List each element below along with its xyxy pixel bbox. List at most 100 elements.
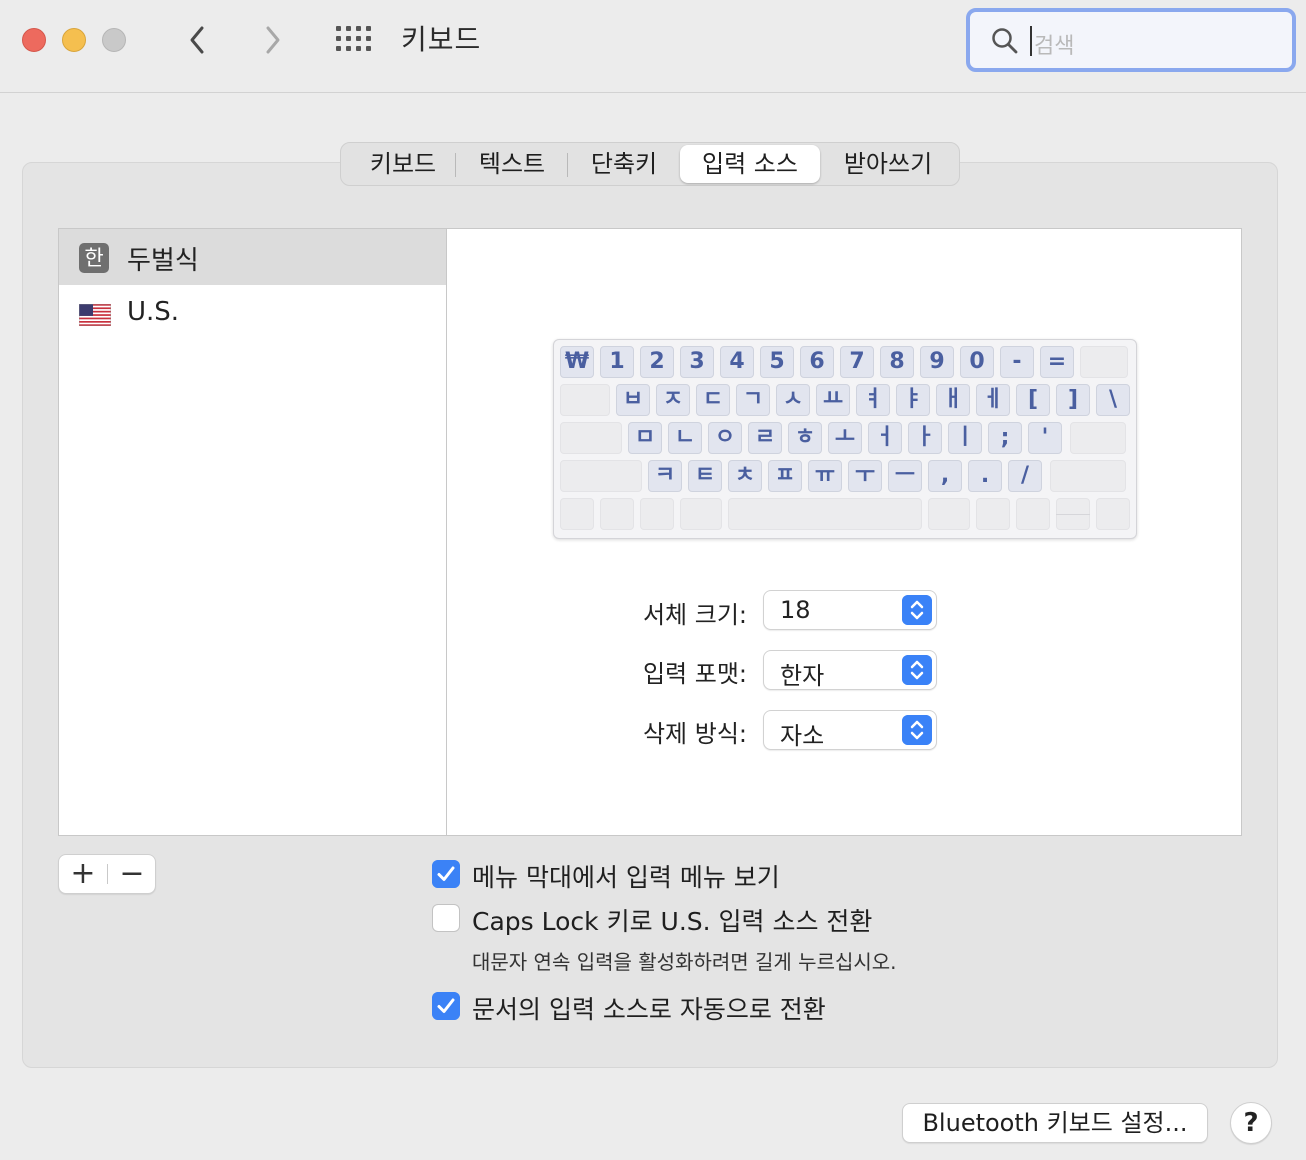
delete-mode-popup[interactable]: 자소 <box>763 710 937 750</box>
keyboard-key: ㄴ <box>668 422 702 454</box>
close-button[interactable] <box>22 28 46 52</box>
keyboard-key: 1 <box>600 346 634 378</box>
caps-lock-hint: 대문자 연속 입력을 활성화하려면 길게 누르십시오. <box>472 950 897 974</box>
keyboard-key: 3 <box>680 346 714 378</box>
input-format-label: 입력 포맷: <box>642 660 747 688</box>
bluetooth-keyboard-setup-button[interactable]: Bluetooth 키보드 설정... <box>902 1103 1208 1143</box>
keyboard-key: , <box>928 460 962 492</box>
keyboard-key: ㅜ <box>848 460 882 492</box>
keyboard-key: ; <box>988 422 1022 454</box>
keyboard-preview: ₩1 2 3 4 5 6 7 8 9 0- = ㅂㅈㄷㄱㅅㅛㅕㅑㅐㅔ[] \ ㅁㄴㅇㄹㅎㅗㅓㅏㅣ; ' ㅋㅌㅊ… <box>553 339 1137 539</box>
font-size-value: 18 <box>780 596 811 624</box>
keyboard-key: 8 <box>880 346 914 378</box>
keyboard-key: ㅓ <box>868 422 902 454</box>
remove-source-button[interactable]: − <box>108 855 156 893</box>
delete-mode-value: 자소 <box>780 722 825 750</box>
us-flag-icon <box>79 304 111 326</box>
input-source-list: 한 두벌식 U.S. <box>58 228 448 836</box>
keyboard-key: [ <box>1016 384 1050 416</box>
updown-chevron-icon <box>902 715 932 745</box>
tab-input-sources[interactable]: 입력 소스 <box>680 145 820 183</box>
keyboard-key: / <box>1008 460 1042 492</box>
keyboard-key: ㅂ <box>616 384 650 416</box>
modifier-key <box>600 498 634 530</box>
keyboard-key: ㅠ <box>808 460 842 492</box>
return-key <box>1070 422 1126 454</box>
caps-lock-switch-label[interactable]: Caps Lock 키로 U.S. 입력 소스 전환 <box>472 902 872 938</box>
keyboard-key: ㅛ <box>816 384 850 416</box>
modifier-key <box>928 498 970 530</box>
keyboard-key: 2 <box>640 346 674 378</box>
modifier-key <box>976 498 1010 530</box>
input-format-popup[interactable]: 한자 <box>763 650 937 690</box>
input-source-detail: ₩1 2 3 4 5 6 7 8 9 0- = ㅂㅈㄷㄱㅅㅛㅕㅑㅐㅔ[] \ ㅁㄴㅇㄹㅎㅗㅓㅏㅣ; ' ㅋㅌㅊ… <box>446 228 1242 836</box>
minimize-button[interactable] <box>62 28 86 52</box>
tab-dictation[interactable]: 받아쓰기 <box>823 145 953 183</box>
keyboard-key: ㅅ <box>776 384 810 416</box>
keyboard-key: ㅗ <box>828 422 862 454</box>
keyboard-key: ㅋ <box>648 460 682 492</box>
window-title: 키보드 <box>401 23 482 56</box>
keyboard-key: = <box>1040 346 1074 378</box>
title-bar: 키보드 검색 <box>0 0 1306 93</box>
list-item-label: 두벌식 <box>127 246 199 276</box>
keyboard-key: 7 <box>840 346 874 378</box>
keyboard-key: - <box>1000 346 1034 378</box>
tab-separator <box>567 153 568 177</box>
help-button[interactable]: ? <box>1230 1102 1272 1144</box>
delete-mode-label: 삭제 방식: <box>642 720 747 748</box>
keyboard-key: ' <box>1028 422 1062 454</box>
keyboard-key: ㅡ <box>888 460 922 492</box>
keyboard-key: ㄷ <box>696 384 730 416</box>
caps-lock-key <box>560 422 622 454</box>
zoom-button[interactable] <box>102 28 126 52</box>
keyboard-key: 9 <box>920 346 954 378</box>
modifier-key <box>680 498 722 530</box>
list-item-label: U.S. <box>127 297 180 327</box>
keyboard-key: ㄹ <box>748 422 782 454</box>
keyboard-key: ㅐ <box>936 384 970 416</box>
keyboard-key: ㅍ <box>768 460 802 492</box>
list-item-us[interactable]: U.S. <box>59 286 447 342</box>
keyboard-key: ㅇ <box>708 422 742 454</box>
add-source-button[interactable]: + <box>59 855 107 893</box>
show-input-menu-label[interactable]: 메뉴 막대에서 입력 메뉴 보기 <box>472 858 780 894</box>
auto-switch-label[interactable]: 문서의 입력 소스로 자동으로 전환 <box>472 990 826 1026</box>
show-all-grid-icon[interactable] <box>334 24 374 54</box>
tab-shortcuts[interactable]: 단축키 <box>569 145 679 183</box>
keyboard-key: 0 <box>960 346 994 378</box>
right-shift-key <box>1050 460 1126 492</box>
keyboard-key: ㅌ <box>688 460 722 492</box>
keyboard-key: \ <box>1096 384 1130 416</box>
forward-chevron-icon[interactable] <box>258 22 286 58</box>
search-field[interactable]: 검색 <box>966 8 1296 72</box>
keyboard-key: ㅔ <box>976 384 1010 416</box>
keyboard-key: 5 <box>760 346 794 378</box>
tab-key <box>560 384 610 416</box>
show-input-menu-checkbox[interactable] <box>432 860 460 888</box>
arrow-right-key <box>1096 498 1130 530</box>
arrow-up-down-divider <box>1056 514 1090 515</box>
keyboard-key: ㅑ <box>896 384 930 416</box>
tab-text[interactable]: 텍스트 <box>459 145 565 183</box>
keyboard-key: ㅊ <box>728 460 762 492</box>
keyboard-key: ㅁ <box>628 422 662 454</box>
tab-bar: 키보드 텍스트 단축키 입력 소스 받아쓰기 <box>340 142 960 186</box>
keyboard-key: ] <box>1056 384 1090 416</box>
space-bar-key <box>728 498 922 530</box>
font-size-popup[interactable]: 18 <box>763 590 937 630</box>
tab-separator <box>455 153 456 177</box>
hangul-badge-icon: 한 <box>79 243 109 273</box>
tab-keyboard[interactable]: 키보드 <box>349 145 457 183</box>
caps-lock-switch-checkbox[interactable] <box>432 904 460 932</box>
keyboard-key: ㅣ <box>948 422 982 454</box>
add-remove-control: + − <box>58 854 156 894</box>
keyboard-key: ₩ <box>560 346 594 378</box>
keyboard-key: ㄱ <box>736 384 770 416</box>
list-item-dubeolsik[interactable]: 한 두벌식 <box>59 229 447 285</box>
auto-switch-checkbox[interactable] <box>432 992 460 1020</box>
keyboard-key: ㅏ <box>908 422 942 454</box>
back-chevron-icon[interactable] <box>184 22 212 58</box>
delete-key <box>1080 346 1128 378</box>
keyboard-key: 6 <box>800 346 834 378</box>
